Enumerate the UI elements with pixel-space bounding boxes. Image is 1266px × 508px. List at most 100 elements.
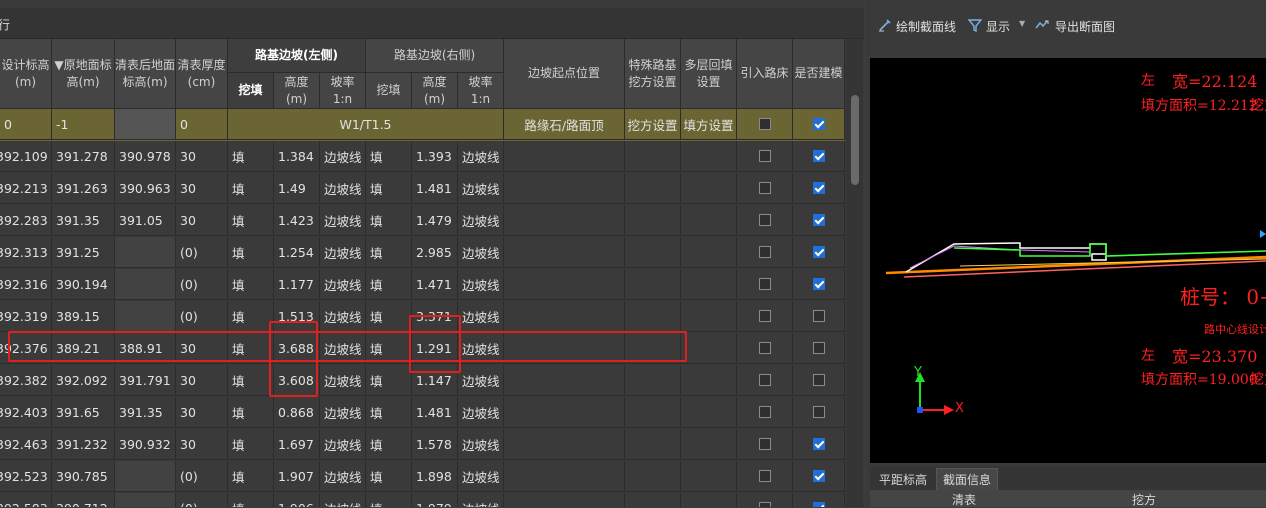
cell-ground-elevation[interactable]: 390.712: [52, 493, 115, 507]
cell-special[interactable]: [625, 461, 681, 492]
cell-left-cutfill[interactable]: 填: [228, 173, 274, 204]
model-checkbox[interactable]: [812, 470, 825, 482]
cell-left-slope[interactable]: 边坡线: [320, 173, 366, 204]
header-left-cutfill[interactable]: 挖填: [228, 73, 274, 109]
default-multilayer[interactable]: 填方设置: [681, 109, 737, 140]
cell-design-elevation[interactable]: 392.213: [0, 173, 52, 204]
vertical-scrollbar[interactable]: [846, 39, 863, 507]
cell-multilayer[interactable]: [681, 205, 737, 236]
scroll-thumb[interactable]: [851, 95, 859, 185]
cell-left-slope[interactable]: 边坡线: [320, 205, 366, 236]
cell-left-height[interactable]: 1.177: [274, 269, 320, 300]
cell-left-slope[interactable]: 边坡线: [320, 429, 366, 460]
cell-special[interactable]: [625, 429, 681, 460]
cell-right-slope[interactable]: 边坡线: [458, 269, 504, 300]
cell-cleared-elevation[interactable]: [115, 461, 176, 492]
header-ground-elevation[interactable]: ▼原地面标 高(m): [52, 39, 115, 109]
cell-ground-elevation[interactable]: 389.15: [52, 301, 115, 332]
cell-multilayer[interactable]: [681, 333, 737, 364]
cell-right-cutfill[interactable]: 填: [366, 269, 412, 300]
cell-slope-start[interactable]: [504, 173, 625, 204]
cell-left-slope[interactable]: 边坡线: [320, 301, 366, 332]
cell-multilayer[interactable]: [681, 237, 737, 268]
cell-right-cutfill[interactable]: 填: [366, 205, 412, 236]
cell-right-height[interactable]: 1.898: [412, 461, 458, 492]
table-row[interactable]: 392.213 391.263 390.963 30 填 1.49 边坡线填 1.481 边坡线: [0, 173, 845, 205]
table-row[interactable]: 392.316 390.194 (0) 填 1.177 边坡线填 1.471 边坡线: [0, 269, 845, 301]
subgrade-checkbox[interactable]: [758, 310, 771, 322]
cell-design-elevation[interactable]: 392.283: [0, 205, 52, 236]
cell-design-elevation[interactable]: 392.319: [0, 301, 52, 332]
cell-right-height[interactable]: 2.985: [412, 237, 458, 268]
cell-left-slope[interactable]: 边坡线: [320, 365, 366, 396]
cell-right-slope[interactable]: 边坡线: [458, 301, 504, 332]
cell-cleared-elevation[interactable]: [115, 301, 176, 332]
cell-right-cutfill[interactable]: 填: [366, 493, 412, 507]
subgrade-checkbox[interactable]: [758, 246, 771, 258]
cell-left-cutfill[interactable]: 填: [228, 237, 274, 268]
display-button[interactable]: 显示: [986, 18, 1010, 35]
model-checkbox[interactable]: [812, 246, 825, 258]
model-checkbox[interactable]: [812, 278, 825, 290]
cell-ground-elevation[interactable]: 390.194: [52, 269, 115, 300]
table-row[interactable]: 392.583390.712(0)填1.906边坡线填1.979边坡线: [0, 493, 845, 507]
cell-slope-start[interactable]: [504, 301, 625, 332]
model-checkbox[interactable]: [812, 182, 825, 194]
cell-right-height[interactable]: 1.481: [412, 173, 458, 204]
cell-right-cutfill[interactable]: 填: [366, 301, 412, 332]
cell-right-cutfill[interactable]: 填: [366, 429, 412, 460]
model-checkbox[interactable]: [812, 150, 825, 162]
subgrade-checkbox[interactable]: [758, 438, 771, 450]
subgrade-checkbox[interactable]: [758, 278, 771, 290]
header-model[interactable]: 是否建模: [793, 39, 845, 109]
cell-cleared-elevation[interactable]: 390.978: [115, 141, 176, 172]
cell-left-cutfill[interactable]: 填: [228, 269, 274, 300]
cell-design-elevation[interactable]: 392.583: [0, 493, 52, 507]
header-right-height[interactable]: 高度 (m): [412, 73, 458, 109]
cell-cleared-elevation[interactable]: 391.791: [115, 365, 176, 396]
cell-left-cutfill[interactable]: 填: [228, 205, 274, 236]
cell-multilayer[interactable]: [681, 429, 737, 460]
cell-design-elevation[interactable]: 392.463: [0, 429, 52, 460]
subgrade-checkbox[interactable]: [758, 150, 771, 162]
model-checkbox[interactable]: [812, 502, 825, 507]
cell-left-slope[interactable]: 边坡线: [320, 269, 366, 300]
cell-right-slope[interactable]: 边坡线: [458, 429, 504, 460]
default-design[interactable]: 0: [0, 109, 52, 140]
cell-right-height[interactable]: 1.479: [412, 205, 458, 236]
header-left-height[interactable]: 高度 (m): [274, 73, 320, 109]
header-left-slope-group[interactable]: 路基边坡(左侧): [228, 39, 366, 73]
header-special-subgrade[interactable]: 特殊路基 挖方设置: [625, 39, 681, 109]
subgrade-checkbox[interactable]: [758, 182, 771, 194]
cell-multilayer[interactable]: [681, 141, 737, 172]
cell-cleared-elevation[interactable]: [115, 269, 176, 300]
cell-special[interactable]: [625, 493, 681, 507]
cell-slope-start[interactable]: [504, 205, 625, 236]
cell-clear-thickness[interactable]: 30: [176, 397, 228, 428]
cell-right-height[interactable]: 1.578: [412, 429, 458, 460]
cell-slope-start[interactable]: [504, 365, 625, 396]
default-cleared[interactable]: [115, 109, 176, 140]
table-row[interactable]: 392.523 390.785 (0) 填 1.907 边坡线填 1.898 边坡线: [0, 461, 845, 493]
cell-special[interactable]: [625, 365, 681, 396]
subgrade-checkbox[interactable]: [758, 470, 771, 482]
default-slope-merged[interactable]: W1/T1.5: [228, 109, 504, 140]
default-ground[interactable]: -1: [52, 109, 115, 140]
header-right-slope-group[interactable]: 路基边坡(右侧): [366, 39, 504, 73]
cell-cleared-elevation[interactable]: 391.05: [115, 205, 176, 236]
cell-cleared-elevation[interactable]: [115, 493, 176, 507]
cell-right-slope[interactable]: 边坡线: [458, 141, 504, 172]
cell-left-height[interactable]: 1.697: [274, 429, 320, 460]
tab-elevation[interactable]: 平距标高: [872, 468, 934, 490]
cell-left-height[interactable]: 1.423: [274, 205, 320, 236]
cell-multilayer[interactable]: [681, 269, 737, 300]
subgrade-checkbox[interactable]: [758, 342, 771, 354]
cell-clear-thickness[interactable]: (0): [176, 461, 228, 492]
cell-cleared-elevation[interactable]: 390.932: [115, 429, 176, 460]
cell-ground-elevation[interactable]: 391.35: [52, 205, 115, 236]
model-checkbox[interactable]: [812, 310, 825, 322]
default-thickness[interactable]: 0: [176, 109, 228, 140]
table-row[interactable]: 392.313 391.25 (0) 填 1.254 边坡线填 2.985 边坡线: [0, 237, 845, 269]
cell-left-height[interactable]: 0.868: [274, 397, 320, 428]
cell-slope-start[interactable]: [504, 397, 625, 428]
